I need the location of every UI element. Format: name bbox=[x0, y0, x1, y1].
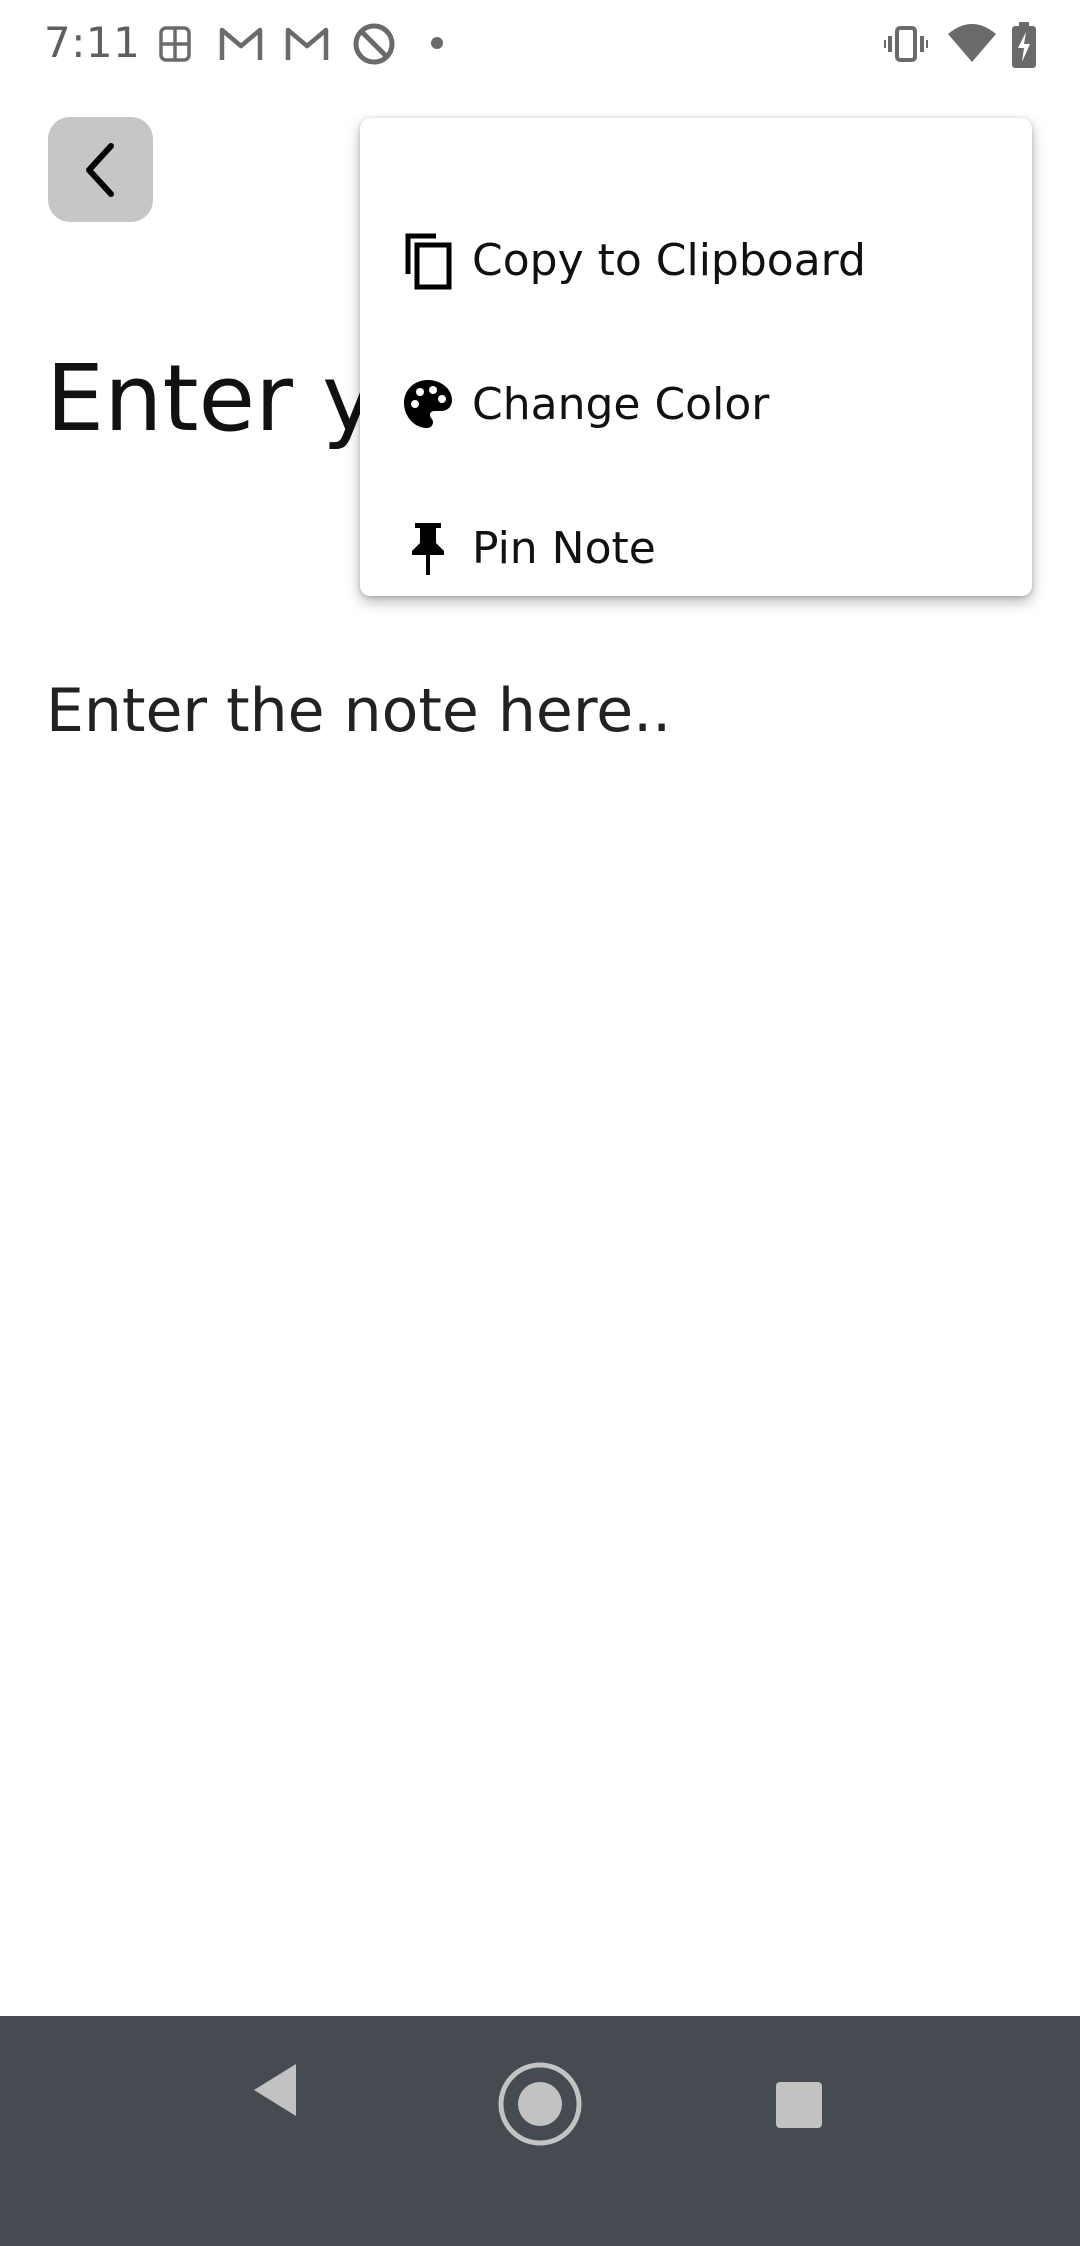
menu-item-label: Pin Note bbox=[472, 522, 656, 574]
grid-app-icon bbox=[159, 26, 191, 62]
wifi-icon bbox=[948, 24, 996, 62]
nav-back-icon[interactable] bbox=[252, 2062, 300, 2118]
at-sign-icon bbox=[353, 23, 395, 65]
dot-icon bbox=[431, 37, 443, 49]
back-button[interactable] bbox=[48, 117, 153, 222]
chevron-left-icon bbox=[85, 142, 114, 197]
nav-home-icon[interactable] bbox=[497, 2061, 583, 2147]
menu-item-copy-to-clipboard[interactable]: Copy to Clipboard bbox=[360, 188, 1032, 332]
nav-recents-icon[interactable] bbox=[776, 2082, 822, 2128]
popup-menu: Copy to Clipboard Change Color Pin Note bbox=[360, 118, 1032, 596]
status-bar: 7:11 bbox=[0, 0, 1080, 88]
vibrate-icon bbox=[884, 26, 928, 62]
menu-item-pin-note[interactable]: Pin Note bbox=[360, 476, 1032, 620]
gmail-icon bbox=[285, 27, 329, 60]
note-input[interactable]: Enter the note here.. bbox=[46, 676, 671, 746]
status-time: 7:11 bbox=[44, 18, 141, 67]
palette-icon bbox=[398, 374, 458, 434]
menu-item-change-color[interactable]: Change Color bbox=[360, 332, 1032, 476]
menu-item-label: Copy to Clipboard bbox=[472, 234, 866, 286]
gmail-icon bbox=[219, 27, 263, 60]
copy-icon bbox=[398, 230, 458, 290]
nav-bar bbox=[0, 2016, 1080, 2246]
pin-icon bbox=[398, 518, 458, 578]
menu-item-label: Change Color bbox=[472, 378, 770, 430]
battery-charging-icon bbox=[1012, 22, 1036, 68]
